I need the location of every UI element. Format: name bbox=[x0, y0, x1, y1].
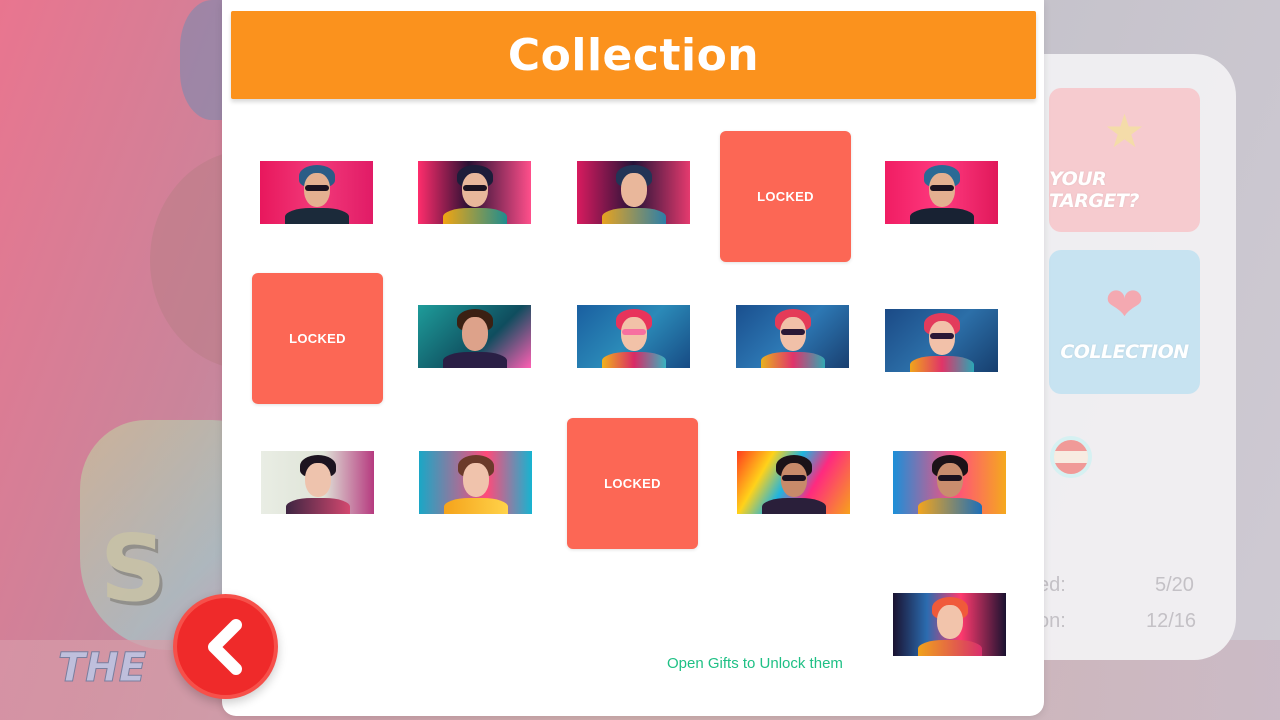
star-icon: ★ bbox=[1103, 104, 1146, 158]
collection-card-10[interactable] bbox=[885, 309, 998, 372]
locked-label: LOCKED bbox=[757, 189, 814, 204]
chevron-left-icon bbox=[207, 618, 242, 675]
back-button[interactable] bbox=[173, 594, 278, 699]
card-artwork bbox=[577, 161, 690, 224]
target-card-label: YOUR TARGET? bbox=[1049, 168, 1139, 212]
card-artwork bbox=[577, 305, 690, 368]
collection-card-6-locked[interactable]: LOCKED bbox=[252, 273, 383, 404]
collection-card-2[interactable] bbox=[418, 161, 531, 224]
collection-card-14[interactable] bbox=[737, 451, 850, 514]
card-artwork bbox=[419, 451, 532, 514]
heart-icon: ❤ bbox=[1105, 277, 1144, 331]
card-artwork bbox=[893, 593, 1006, 656]
stat-value-unlocked: 5/20 bbox=[1155, 574, 1194, 596]
card-artwork bbox=[885, 161, 998, 224]
collection-card-1[interactable] bbox=[260, 161, 373, 224]
card-artwork bbox=[261, 451, 374, 514]
modal-header: Collection bbox=[231, 11, 1036, 99]
locked-label: LOCKED bbox=[604, 476, 661, 491]
collection-card-3[interactable] bbox=[577, 161, 690, 224]
locked-label: LOCKED bbox=[289, 331, 346, 346]
language-flag-button[interactable] bbox=[1050, 436, 1092, 478]
collection-card-4-locked[interactable]: LOCKED bbox=[720, 131, 851, 262]
stat-value-collection: 12/16 bbox=[1146, 610, 1197, 632]
collection-card-8[interactable] bbox=[577, 305, 690, 368]
collection-card[interactable]: ❤ COLLECTION bbox=[1049, 250, 1200, 394]
collection-modal: Collection LOCKED LOCKED LOCKED Open Gif… bbox=[222, 0, 1044, 716]
card-artwork bbox=[736, 305, 849, 368]
collection-card-12[interactable] bbox=[419, 451, 532, 514]
collection-card-11[interactable] bbox=[261, 451, 374, 514]
collection-card-label: COLLECTION bbox=[1060, 341, 1189, 363]
background-logo-subtitle: THE bbox=[57, 645, 147, 692]
card-artwork bbox=[737, 451, 850, 514]
collection-card-13-locked[interactable]: LOCKED bbox=[567, 418, 698, 549]
card-artwork bbox=[418, 305, 531, 368]
collection-card-16[interactable] bbox=[893, 593, 1006, 656]
card-artwork bbox=[893, 451, 1006, 514]
unlock-hint: Open Gifts to Unlock them bbox=[667, 655, 843, 672]
collection-card-9[interactable] bbox=[736, 305, 849, 368]
modal-title: Collection bbox=[507, 29, 760, 81]
target-card[interactable]: ★ YOUR TARGET? bbox=[1049, 88, 1200, 232]
card-artwork bbox=[260, 161, 373, 224]
collection-card-5[interactable] bbox=[885, 161, 998, 224]
flag-icon bbox=[1054, 440, 1088, 452]
collection-card-15[interactable] bbox=[893, 451, 1006, 514]
collection-card-7[interactable] bbox=[418, 305, 531, 368]
background-logo: S bbox=[100, 515, 167, 622]
card-artwork bbox=[885, 309, 998, 372]
card-artwork bbox=[418, 161, 531, 224]
